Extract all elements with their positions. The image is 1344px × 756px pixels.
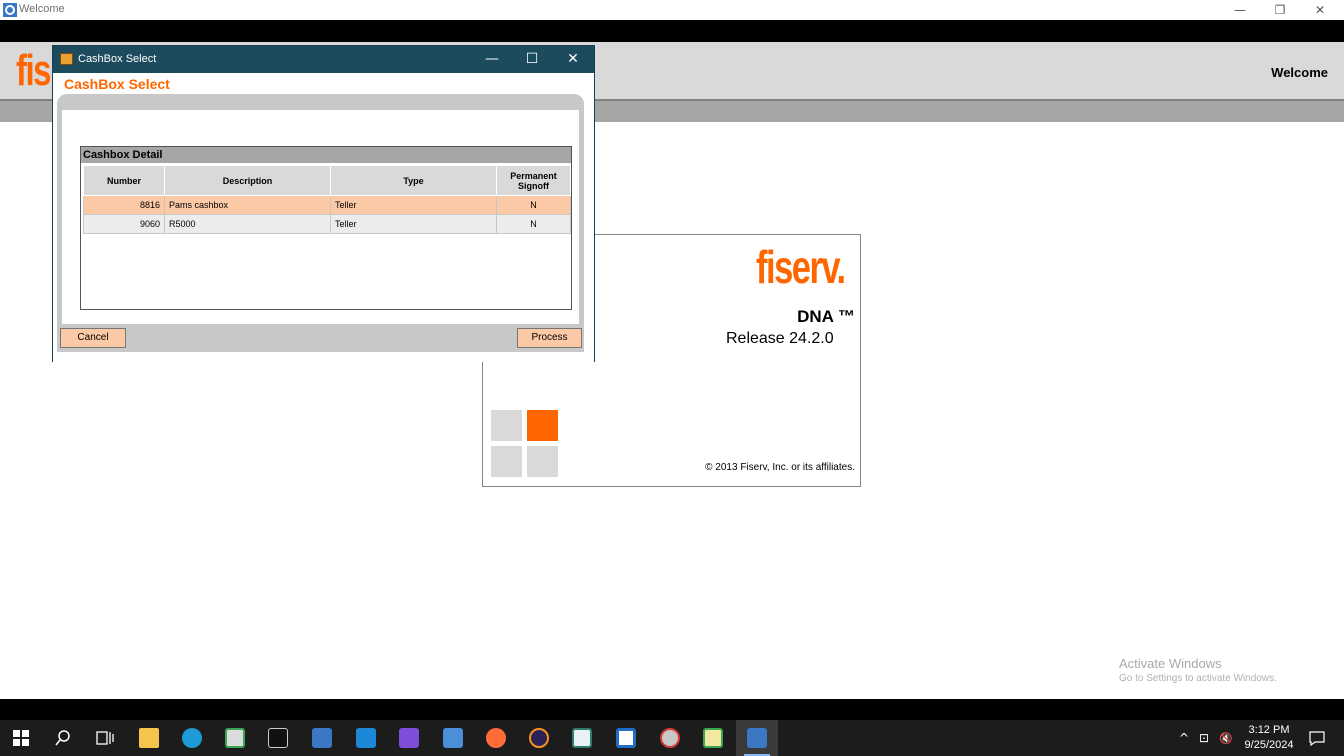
cell-type: Teller — [330, 195, 497, 215]
top-black-band — [0, 20, 1344, 42]
cell-description: Pams cashbox — [164, 195, 331, 215]
taskbar-clock[interactable]: 3:12 PM 9/25/2024 — [1242, 723, 1296, 753]
app-icon-3[interactable] — [561, 720, 603, 756]
cashbox-select-dialog: CashBox Select — ☐ ✕ CashBox Select Cash… — [52, 45, 595, 362]
decor-square — [491, 410, 522, 441]
volume-muted-icon[interactable]: 🔇 — [1219, 720, 1233, 756]
dialog-maximize-button[interactable]: ☐ — [512, 46, 552, 73]
minimize-button[interactable]: — — [1220, 0, 1260, 20]
cell-signoff: N — [496, 214, 571, 234]
dialog-app-icon — [60, 53, 73, 65]
vscode-icon[interactable] — [345, 720, 387, 756]
cashbox-table: Number Description Type Permanent Signof… — [83, 165, 571, 234]
cell-description: R5000 — [164, 214, 331, 234]
dialog-window-title: CashBox Select — [78, 53, 157, 65]
column-header-type[interactable]: Type — [330, 165, 497, 196]
terminal-icon[interactable] — [257, 720, 299, 756]
main-window-title: Welcome — [19, 3, 65, 15]
fis-app-active-icon[interactable] — [736, 720, 778, 756]
edge-icon[interactable] — [171, 720, 213, 756]
dialog-frame: Cashbox Detail Number Description Type P… — [57, 94, 584, 352]
activate-windows-watermark: Activate Windows Go to Settings to activ… — [1119, 656, 1277, 684]
activate-windows-subtitle: Go to Settings to activate Windows. — [1119, 673, 1277, 684]
eclipse-icon[interactable] — [518, 720, 560, 756]
product-name: DNA ™ — [797, 307, 855, 326]
process-button[interactable]: Process — [517, 328, 582, 348]
fis-logo: fis — [16, 46, 52, 95]
tray-chevron-icon[interactable]: ^ — [1179, 720, 1189, 756]
cell-number: 8816 — [83, 195, 165, 215]
column-header-description[interactable]: Description — [164, 165, 331, 196]
column-header-number[interactable]: Number — [83, 165, 165, 196]
dialog-minimize-button[interactable]: — — [472, 46, 512, 73]
app-icon-4[interactable] — [605, 720, 647, 756]
fiserv-logo: fiserv. — [756, 241, 846, 293]
visual-studio-icon[interactable] — [388, 720, 430, 756]
bottom-black-band — [0, 699, 1344, 720]
restore-button[interactable]: ❐ — [1260, 0, 1300, 20]
release-version: Release 24.2.0 — [726, 330, 834, 347]
app-icon-5[interactable] — [649, 720, 691, 756]
fis-app-icon[interactable] — [301, 720, 343, 756]
taskbar: ^ ⊡ 🔇 3:12 PM 9/25/2024 — [0, 720, 1344, 756]
task-view-icon[interactable] — [84, 720, 126, 756]
cancel-button[interactable]: Cancel — [60, 328, 126, 348]
postman-icon[interactable] — [475, 720, 517, 756]
app-icon-6[interactable] — [692, 720, 734, 756]
dialog-footer: Cancel Process — [57, 324, 584, 352]
app-icon-2[interactable] — [432, 720, 474, 756]
column-header-permanent-signoff[interactable]: Permanent Signoff — [496, 165, 571, 196]
file-explorer-icon[interactable] — [128, 720, 170, 756]
dialog-titlebar: CashBox Select — ☐ ✕ — [53, 46, 594, 73]
welcome-label: Welcome — [1271, 65, 1328, 80]
app-icon[interactable] — [214, 720, 256, 756]
clock-time: 3:12 PM — [1248, 724, 1290, 736]
dialog-close-button[interactable]: ✕ — [553, 46, 593, 73]
dialog-content: Cashbox Detail Number Description Type P… — [62, 110, 579, 324]
decor-square-orange — [527, 410, 558, 441]
dialog-heading: CashBox Select — [64, 76, 170, 92]
close-button[interactable]: ✕ — [1300, 0, 1340, 20]
search-icon[interactable] — [42, 720, 84, 756]
cell-signoff: N — [496, 195, 571, 215]
table-row[interactable]: 9060 R5000 Teller N — [83, 214, 571, 234]
decor-square — [527, 446, 558, 477]
cell-number: 9060 — [83, 214, 165, 234]
copyright: © 2013 Fiserv, Inc. or its affiliates. — [705, 462, 855, 473]
notifications-icon[interactable] — [1296, 720, 1338, 756]
app-icon — [3, 3, 17, 17]
cell-type: Teller — [330, 214, 497, 234]
activate-windows-title: Activate Windows — [1119, 656, 1222, 671]
cashbox-detail-title: Cashbox Detail — [81, 147, 571, 163]
decor-square — [491, 446, 522, 477]
network-icon[interactable]: ⊡ — [1199, 720, 1209, 756]
cashbox-detail-panel: Cashbox Detail Number Description Type P… — [80, 146, 572, 310]
table-row[interactable]: 8816 Pams cashbox Teller N — [83, 195, 571, 215]
main-window-titlebar: Welcome — ❐ ✕ — [0, 0, 1344, 20]
windows-start-icon[interactable] — [0, 720, 42, 756]
clock-date: 9/25/2024 — [1244, 739, 1294, 751]
